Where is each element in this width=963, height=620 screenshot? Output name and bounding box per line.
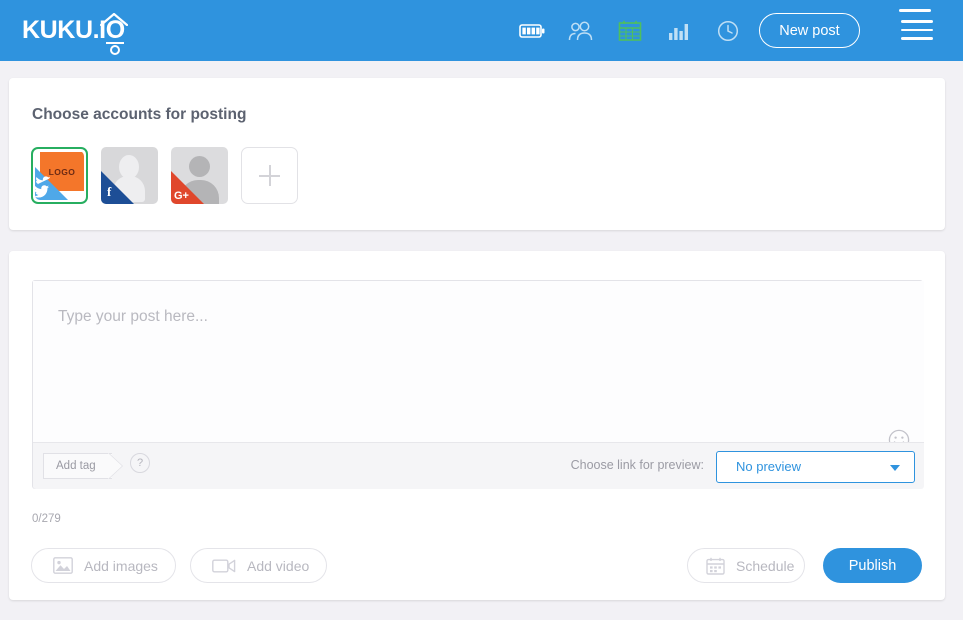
add-images-button[interactable]: Add images [31, 548, 176, 583]
help-icon[interactable]: ? [130, 453, 150, 473]
header-nav-icons [518, 0, 742, 61]
account-avatar: f [101, 147, 158, 204]
preview-select-value: No preview [736, 459, 801, 474]
publish-button[interactable]: Publish [823, 548, 922, 583]
calendar-icon[interactable] [616, 17, 644, 45]
logo-stand-icon [105, 41, 125, 55]
schedule-label: Schedule [736, 558, 794, 574]
add-video-label: Add video [247, 558, 309, 574]
users-icon[interactable] [567, 17, 595, 45]
brand-logo[interactable]: KUKU.IO [22, 9, 134, 53]
help-icon-label: ? [137, 457, 143, 469]
account-avatar: LOGO [35, 151, 84, 200]
hamburger-bar [901, 29, 933, 32]
logo-roof-icon [100, 13, 128, 26]
facebook-corner-icon [101, 171, 134, 204]
app-header: KUKU.IO [0, 0, 963, 61]
post-editor: Type your post here... Add tag ? Choose … [32, 280, 923, 489]
image-icon [53, 557, 73, 574]
new-post-button[interactable]: New post [759, 13, 860, 48]
account-twitter[interactable]: LOGO [31, 147, 88, 204]
publish-button-label: Publish [849, 558, 897, 574]
add-tag-button[interactable]: Add tag [43, 453, 112, 479]
twitter-corner-icon [35, 167, 68, 200]
hamburger-bar [901, 20, 933, 23]
battery-icon[interactable] [518, 17, 546, 45]
googleplus-glyph: G+ [174, 190, 189, 202]
facebook-glyph: f [107, 184, 111, 200]
preview-select-label: Choose link for preview: [571, 458, 704, 472]
plus-icon [259, 165, 280, 186]
account-facebook[interactable]: f [101, 147, 158, 204]
chevron-down-icon [890, 465, 900, 471]
schedule-button[interactable]: Schedule [687, 548, 805, 583]
tag-arrow-point [108, 453, 122, 479]
bar-chart-icon[interactable] [665, 17, 693, 45]
notification-badge-dot [899, 9, 931, 12]
calendar-icon [706, 557, 725, 575]
account-avatar: G+ [171, 147, 228, 204]
clock-icon[interactable] [714, 17, 742, 45]
add-video-button[interactable]: Add video [190, 548, 327, 583]
new-post-button-label: New post [779, 23, 839, 39]
hamburger-bar [901, 37, 933, 40]
post-textarea-placeholder: Type your post here... [58, 308, 208, 326]
add-tag-label: Add tag [56, 460, 96, 472]
accounts-section-title: Choose accounts for posting [32, 106, 246, 124]
accounts-list: LOGO f [31, 147, 298, 204]
video-camera-icon [212, 558, 236, 574]
add-images-label: Add images [84, 558, 158, 574]
add-account-button[interactable] [241, 147, 298, 204]
editor-footer: Add tag ? Choose link for preview: No pr… [33, 442, 924, 489]
accounts-card: Choose accounts for posting LOGO [9, 78, 945, 230]
account-googleplus[interactable]: G+ [171, 147, 228, 204]
character-counter: 0/279 [32, 513, 61, 525]
hamburger-menu-icon[interactable] [901, 20, 933, 42]
post-textarea[interactable]: Type your post here... [33, 281, 924, 442]
preview-select[interactable]: No preview [716, 451, 915, 483]
